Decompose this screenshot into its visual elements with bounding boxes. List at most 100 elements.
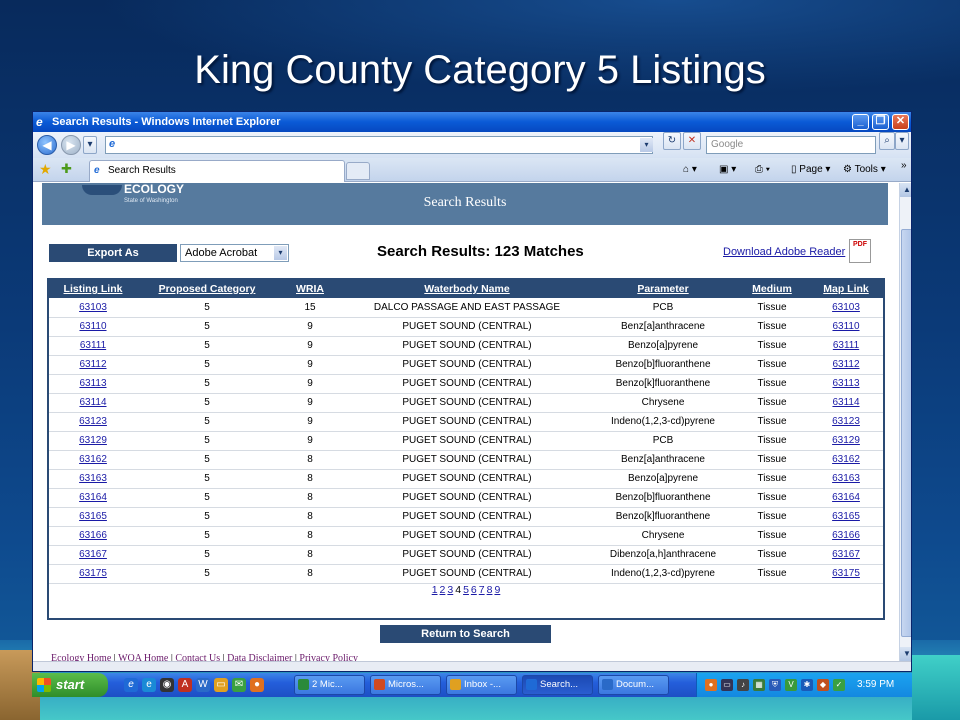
map-link[interactable]: 63123 bbox=[809, 412, 883, 432]
footer-link[interactable]: WQA Home bbox=[118, 653, 168, 661]
col-map-link[interactable]: Map Link bbox=[809, 280, 883, 298]
page-link[interactable]: 8 bbox=[487, 584, 493, 596]
page-link[interactable]: 7 bbox=[479, 584, 485, 596]
map-link[interactable]: 63111 bbox=[809, 336, 883, 356]
search-options-icon[interactable]: ▾ bbox=[895, 132, 909, 150]
ie-quicklaunch-icon[interactable]: e bbox=[124, 678, 138, 692]
listing-link[interactable]: 63111 bbox=[49, 336, 137, 356]
col-medium[interactable]: Medium bbox=[735, 280, 809, 298]
col-parameter[interactable]: Parameter bbox=[591, 280, 735, 298]
page-link[interactable]: 6 bbox=[471, 584, 477, 596]
map-link[interactable]: 63112 bbox=[809, 355, 883, 375]
map-link[interactable]: 63163 bbox=[809, 469, 883, 489]
favorites-star-icon[interactable]: ★ bbox=[39, 161, 52, 178]
task-button-excel[interactable]: 2 Mic... bbox=[294, 675, 365, 695]
bluetooth-icon[interactable]: ✱ bbox=[801, 679, 813, 691]
footer-link[interactable]: Privacy Policy bbox=[299, 653, 358, 661]
stop-icon[interactable]: ✕ bbox=[683, 132, 701, 150]
col-proposed-category[interactable]: Proposed Category bbox=[137, 280, 277, 298]
page-link[interactable]: 1 bbox=[432, 584, 438, 596]
search-icon[interactable]: ⌕ bbox=[879, 132, 895, 150]
tray-v-icon[interactable]: V bbox=[785, 679, 797, 691]
map-link[interactable]: 63103 bbox=[809, 298, 883, 318]
listing-link[interactable]: 63162 bbox=[49, 450, 137, 470]
window-titlebar[interactable]: e Search Results - Windows Internet Expl… bbox=[33, 112, 911, 132]
folder-quicklaunch-icon[interactable]: ▭ bbox=[214, 678, 228, 692]
listing-link[interactable]: 63110 bbox=[49, 317, 137, 337]
col-waterbody-name[interactable]: Waterbody Name bbox=[343, 280, 591, 298]
listing-link[interactable]: 63112 bbox=[49, 355, 137, 375]
media-quicklaunch-icon[interactable]: ◉ bbox=[160, 678, 174, 692]
map-link[interactable]: 63175 bbox=[809, 564, 883, 584]
ie-alt-quicklaunch-icon[interactable]: e bbox=[142, 678, 156, 692]
map-link[interactable]: 63162 bbox=[809, 450, 883, 470]
listing-link[interactable]: 63103 bbox=[49, 298, 137, 318]
home-icon[interactable]: ⌂ ▾ bbox=[683, 162, 697, 178]
firefox-quicklaunch-icon[interactable]: ● bbox=[250, 678, 264, 692]
pdf-icon[interactable]: PDF bbox=[849, 239, 871, 263]
address-input[interactable]: e ▾ bbox=[105, 136, 653, 154]
volume-icon[interactable]: ♪ bbox=[737, 679, 749, 691]
footer-link[interactable]: Contact Us bbox=[175, 653, 220, 661]
security-icon[interactable]: ⛨ bbox=[769, 679, 781, 691]
listing-link[interactable]: 63129 bbox=[49, 431, 137, 451]
return-to-search-button[interactable]: Return to Search bbox=[380, 625, 551, 643]
listing-link[interactable]: 63113 bbox=[49, 374, 137, 394]
history-dropdown-icon[interactable]: ▾ bbox=[83, 136, 97, 154]
tray-app-icon[interactable]: ● bbox=[705, 679, 717, 691]
download-adobe-link[interactable]: Download Adobe Reader bbox=[723, 246, 845, 258]
refresh-icon[interactable]: ↻ bbox=[663, 132, 681, 150]
scroll-up-icon[interactable]: ▲ bbox=[900, 183, 911, 197]
col-wria[interactable]: WRIA bbox=[277, 280, 343, 298]
close-button[interactable]: ✕ bbox=[892, 114, 909, 130]
acrobat-quicklaunch-icon[interactable]: A bbox=[178, 678, 192, 692]
search-input[interactable]: Google bbox=[706, 136, 876, 154]
listing-link[interactable]: 63163 bbox=[49, 469, 137, 489]
task-button-inbox[interactable]: Inbox -... bbox=[446, 675, 517, 695]
listing-link[interactable]: 63165 bbox=[49, 507, 137, 527]
tools-menu[interactable]: ⚙ Tools ▾ bbox=[843, 162, 886, 178]
tray-update-icon[interactable]: ◆ bbox=[817, 679, 829, 691]
page-link[interactable]: 5 bbox=[463, 584, 469, 596]
task-button-search[interactable]: Search... bbox=[522, 675, 593, 695]
page-link[interactable]: 2 bbox=[440, 584, 446, 596]
back-arrow-icon[interactable]: ◀ bbox=[37, 135, 57, 155]
scroll-down-icon[interactable]: ▼ bbox=[900, 647, 911, 661]
listing-link[interactable]: 63123 bbox=[49, 412, 137, 432]
listing-link[interactable]: 63175 bbox=[49, 564, 137, 584]
map-link[interactable]: 63166 bbox=[809, 526, 883, 546]
footer-link[interactable]: Ecology Home bbox=[51, 653, 111, 661]
map-link[interactable]: 63167 bbox=[809, 545, 883, 565]
page-link[interactable]: 3 bbox=[447, 584, 453, 596]
new-tab-button[interactable] bbox=[346, 162, 370, 180]
print-icon[interactable]: ⎙ ▾ bbox=[755, 162, 770, 178]
minimize-button[interactable]: _ bbox=[852, 114, 869, 130]
listing-link[interactable]: 63164 bbox=[49, 488, 137, 508]
address-dropdown-icon[interactable]: ▾ bbox=[640, 138, 653, 152]
word-quicklaunch-icon[interactable]: W bbox=[196, 678, 210, 692]
start-button[interactable]: start bbox=[32, 673, 108, 697]
more-commands-icon[interactable]: » bbox=[901, 158, 907, 174]
map-link[interactable]: 63110 bbox=[809, 317, 883, 337]
outlook-quicklaunch-icon[interactable]: ✉ bbox=[232, 678, 246, 692]
network-icon[interactable]: ▦ bbox=[753, 679, 765, 691]
forward-arrow-icon[interactable]: ▶ bbox=[61, 135, 81, 155]
map-link[interactable]: 63114 bbox=[809, 393, 883, 413]
listing-link[interactable]: 63114 bbox=[49, 393, 137, 413]
col-listing-link[interactable]: Listing Link bbox=[49, 280, 137, 298]
add-favorites-icon[interactable]: ✚ bbox=[61, 161, 72, 177]
map-link[interactable]: 63129 bbox=[809, 431, 883, 451]
listing-link[interactable]: 63166 bbox=[49, 526, 137, 546]
chevron-down-icon[interactable]: ▾ bbox=[274, 246, 287, 260]
footer-link[interactable]: Data Disclaimer bbox=[227, 653, 292, 661]
maximize-button[interactable]: ❐ bbox=[872, 114, 889, 130]
task-button-document[interactable]: Docum... bbox=[598, 675, 669, 695]
task-button-powerpoint[interactable]: Micros... bbox=[370, 675, 441, 695]
feeds-icon[interactable]: ▣ ▾ bbox=[719, 162, 736, 178]
map-link[interactable]: 63164 bbox=[809, 488, 883, 508]
tray-monitor-icon[interactable]: ▭ bbox=[721, 679, 733, 691]
page-link[interactable]: 9 bbox=[494, 584, 500, 596]
page-menu[interactable]: ▯ Page ▾ bbox=[791, 162, 830, 178]
export-format-select[interactable]: Adobe Acrobat ▾ bbox=[180, 244, 289, 262]
listing-link[interactable]: 63167 bbox=[49, 545, 137, 565]
